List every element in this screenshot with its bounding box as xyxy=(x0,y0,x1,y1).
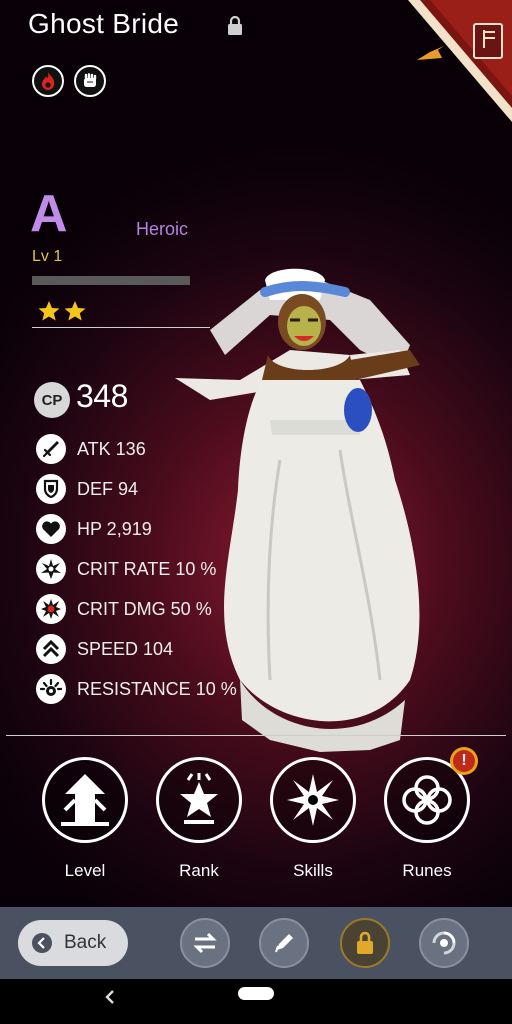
stat-label: DEF 94 xyxy=(77,478,139,499)
chevron-left-icon xyxy=(32,933,52,953)
stat-row-atk: ATK 136 xyxy=(36,433,146,465)
hero-detail-screen: Ghost Bride A Heroic Lv 1 CP 348 ATK 136 xyxy=(0,0,512,1024)
runes-alert-badge: ! xyxy=(450,747,478,775)
skills-action[interactable]: Skills xyxy=(268,757,358,881)
crit-rate-icon xyxy=(36,554,66,584)
transform-button[interactable] xyxy=(419,918,469,968)
crit-dmg-icon xyxy=(36,594,66,624)
lock-button[interactable] xyxy=(340,918,390,968)
rank-star-icon xyxy=(156,757,242,843)
level-action[interactable]: Level xyxy=(40,757,130,881)
divider xyxy=(6,735,506,736)
skills-action-label: Skills xyxy=(293,861,333,880)
runes-action-label: Runes xyxy=(402,861,452,880)
runes-action[interactable]: Runes xyxy=(382,757,472,881)
book-corner-button[interactable] xyxy=(408,0,512,122)
stat-label: ATK 136 xyxy=(77,438,146,459)
back-button[interactable]: Back xyxy=(18,920,128,966)
sword-icon xyxy=(36,434,66,464)
padlock-icon xyxy=(357,931,373,954)
star-icon xyxy=(38,301,60,321)
lock-icon[interactable] xyxy=(226,16,244,36)
combat-power-icon: CP xyxy=(34,382,70,418)
grade-letter: A xyxy=(30,185,68,243)
rank-action-label: Rank xyxy=(179,861,219,880)
rarity-label: Heroic xyxy=(136,219,189,239)
speed-icon xyxy=(36,634,66,664)
nav-home-pill[interactable] xyxy=(238,987,274,1000)
heart-icon xyxy=(36,514,66,544)
system-navigation-bar xyxy=(0,979,512,1024)
fire-element-icon[interactable] xyxy=(32,65,64,97)
hero-character-model xyxy=(175,268,420,752)
resistance-icon xyxy=(36,674,66,704)
star-rating xyxy=(38,301,86,321)
stat-label: SPEED 104 xyxy=(77,638,174,659)
rename-button[interactable] xyxy=(259,918,309,968)
level-action-label: Level xyxy=(64,861,106,880)
fist-type-icon[interactable] xyxy=(74,65,106,97)
swap-arrows-icon xyxy=(193,932,217,954)
level-label: Lv 1 xyxy=(32,248,63,265)
back-button-label: Back xyxy=(64,932,107,953)
pencil-icon xyxy=(275,934,293,953)
stat-row-speed: SPEED 104 xyxy=(36,633,173,665)
nav-back-icon[interactable] xyxy=(104,985,116,1011)
skills-burst-icon xyxy=(270,757,356,843)
star-icon xyxy=(64,301,86,321)
stat-row-def: DEF 94 xyxy=(36,473,138,505)
stat-label: HP 2,919 xyxy=(77,518,152,539)
stat-row-hp: HP 2,919 xyxy=(36,513,152,545)
book-icon xyxy=(473,23,503,59)
level-up-icon xyxy=(42,757,128,843)
alert-icon: ! xyxy=(453,750,475,772)
combat-power-value: 348 xyxy=(76,378,128,414)
experience-bar xyxy=(32,276,190,285)
recycle-icon xyxy=(432,931,456,955)
swap-button[interactable] xyxy=(180,918,230,968)
shield-icon xyxy=(36,474,66,504)
rank-action[interactable]: Rank xyxy=(154,757,244,881)
hero-name: Ghost Bride xyxy=(28,8,180,39)
